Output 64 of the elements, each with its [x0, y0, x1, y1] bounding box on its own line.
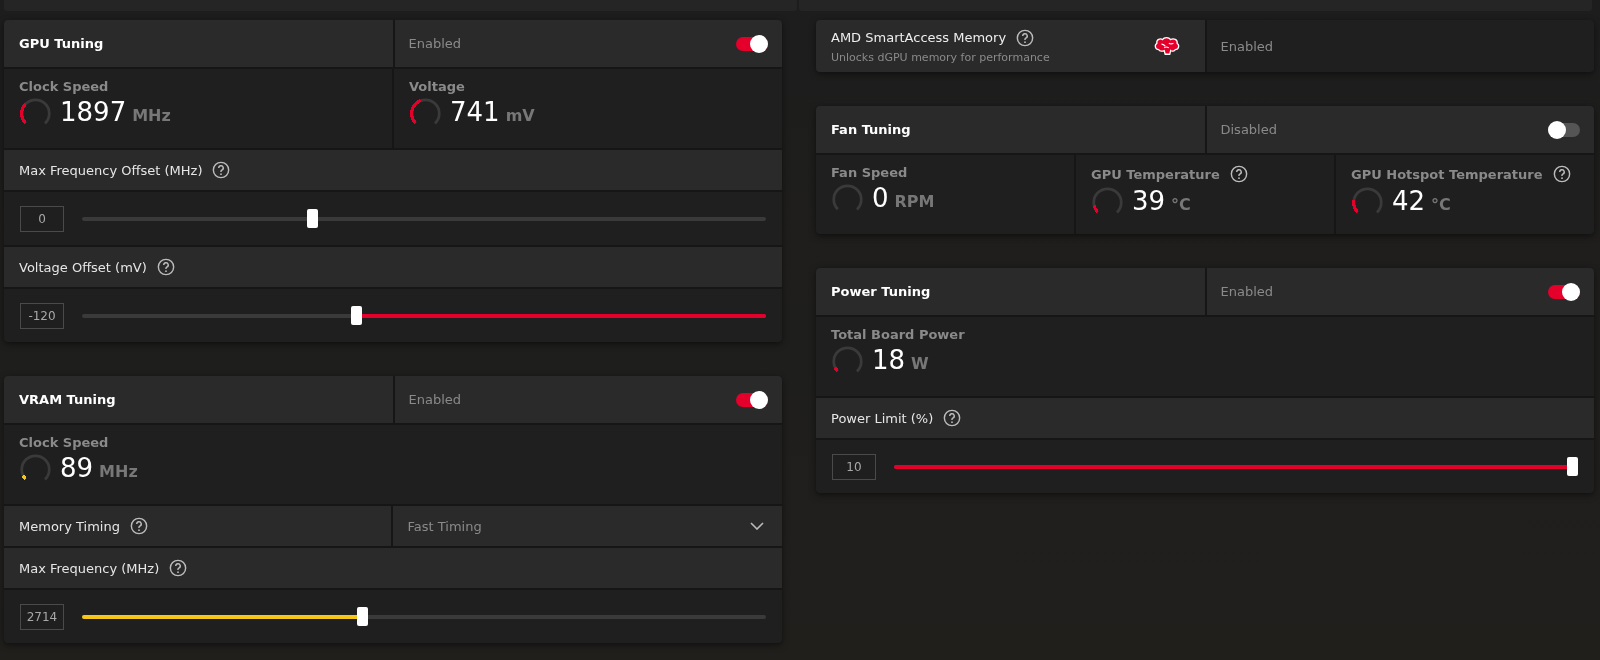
slider[interactable]	[82, 607, 766, 626]
help-icon[interactable]	[1229, 165, 1248, 183]
setting-label: Max Frequency (MHz)	[19, 560, 160, 576]
value-field[interactable]: 10	[832, 453, 876, 480]
feature-title: AMD SmartAccess Memory	[831, 30, 1007, 45]
slider-thumb[interactable]	[357, 607, 369, 626]
setting-label: Memory Timing	[19, 518, 120, 534]
help-icon[interactable]	[1552, 165, 1571, 183]
metric-unit: mV	[505, 106, 535, 125]
metric-unit: W	[911, 354, 929, 373]
metric-value: 1897	[60, 97, 127, 127]
status-text: Disabled	[1220, 122, 1277, 137]
toggle-switch[interactable]	[736, 36, 768, 51]
metric-unit: MHz	[132, 106, 171, 125]
feature-description: Unlocks dGPU memory for performance	[831, 50, 1050, 64]
chevron-down-icon	[750, 522, 764, 530]
status-text: Enabled	[408, 36, 462, 51]
slider-thumb[interactable]	[351, 306, 363, 325]
slider-thumb[interactable]	[1567, 457, 1578, 476]
metric-value: 18	[872, 345, 906, 375]
setting-label: Voltage Offset (mV)	[19, 259, 147, 275]
dropdown[interactable]: Fast Timing	[392, 506, 782, 546]
value-field[interactable]: 2714	[20, 603, 64, 630]
brain-icon	[1152, 35, 1181, 57]
metric-label: GPU Temperature	[1091, 166, 1220, 182]
section-title: Power Tuning	[831, 284, 931, 299]
help-icon[interactable]	[169, 559, 188, 577]
slider[interactable]	[82, 209, 766, 228]
help-icon[interactable]	[212, 161, 231, 179]
value-field[interactable]: 0	[20, 205, 64, 232]
status-text: Enabled	[1220, 38, 1274, 54]
metric-label: Clock Speed	[19, 435, 109, 450]
help-icon[interactable]	[943, 409, 962, 427]
section-title: Fan Tuning	[831, 122, 911, 137]
metric-label: Clock Speed	[19, 79, 109, 94]
value-field[interactable]: -120	[20, 302, 64, 329]
metric-label: Fan Speed	[831, 165, 908, 180]
metric-unit: °C	[1431, 195, 1451, 214]
metric-unit: °C	[1171, 195, 1191, 214]
setting-label: Power Limit (%)	[831, 410, 934, 426]
status-text: Enabled	[408, 392, 462, 407]
help-icon[interactable]	[156, 258, 175, 276]
setting-label: Max Frequency Offset (MHz)	[19, 162, 203, 178]
metric-label: Total Board Power	[831, 327, 965, 342]
slider[interactable]	[894, 457, 1578, 476]
toggle-switch[interactable]	[1548, 122, 1580, 137]
toggle-switch[interactable]	[1548, 284, 1580, 299]
metric-value: 39	[1132, 186, 1166, 216]
metric-unit: MHz	[99, 462, 138, 481]
metric-value: 42	[1392, 186, 1426, 216]
metric-value: 0	[872, 183, 889, 213]
slider[interactable]	[82, 306, 766, 325]
metric-value: 741	[450, 97, 500, 127]
help-icon[interactable]	[1016, 28, 1035, 47]
metric-label: Voltage	[409, 79, 465, 94]
metric-value: 89	[60, 453, 94, 483]
help-icon[interactable]	[129, 517, 148, 535]
section-title: GPU Tuning	[19, 36, 104, 51]
metric-label: GPU Hotspot Temperature	[1351, 166, 1543, 182]
metric-unit: RPM	[894, 192, 935, 211]
status-text: Enabled	[1220, 284, 1274, 299]
toggle-switch[interactable]	[736, 392, 768, 407]
slider-thumb[interactable]	[307, 209, 319, 228]
section-title: VRAM Tuning	[19, 392, 116, 407]
